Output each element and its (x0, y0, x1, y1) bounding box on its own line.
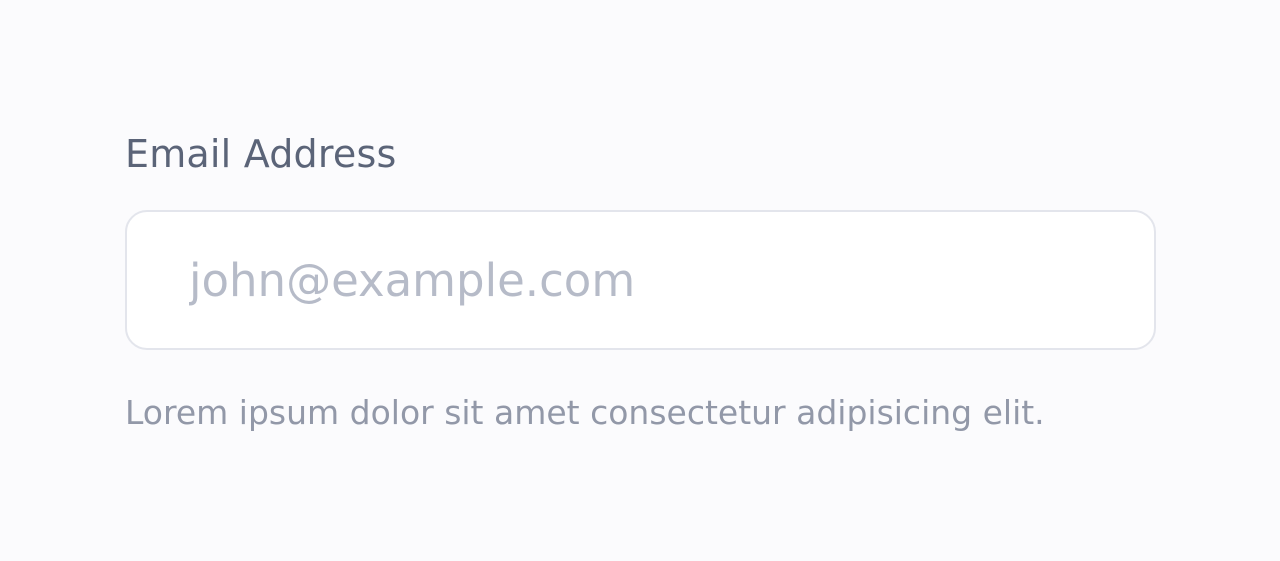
email-label: Email Address (125, 132, 397, 176)
email-input[interactable] (127, 212, 1154, 348)
email-input-container (125, 210, 1156, 350)
email-help-text: Lorem ipsum dolor sit amet consectetur a… (125, 393, 1045, 432)
email-form-field: Email Address Lorem ipsum dolor sit amet… (125, 128, 1156, 432)
